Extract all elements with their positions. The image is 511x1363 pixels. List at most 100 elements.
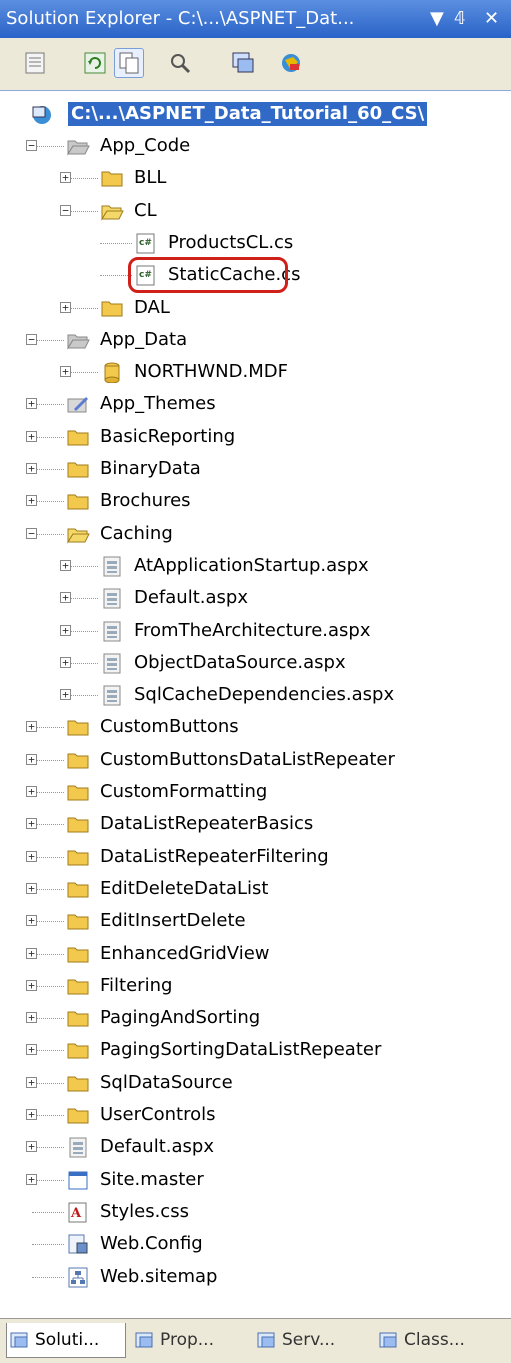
- tree-item-label: Filtering: [100, 974, 173, 996]
- solution-explorer-toolbar: [0, 38, 511, 90]
- tree-item-label: App_Data: [100, 328, 188, 350]
- asp-config-icon[interactable]: [276, 48, 306, 78]
- expand-icon[interactable]: +: [60, 172, 71, 184]
- tree-item-editdeletedatalist[interactable]: + EditDeleteDataList: [0, 875, 511, 905]
- tree-item-app-code[interactable]: − App_Code: [0, 132, 511, 162]
- tree-item-app-data[interactable]: − App_Data: [0, 326, 511, 356]
- tree-item-caching[interactable]: − Caching: [0, 520, 511, 550]
- tree-item-editinsertdelete[interactable]: + EditInsertDelete: [0, 907, 511, 937]
- expand-icon[interactable]: +: [26, 398, 37, 410]
- expand-icon[interactable]: +: [60, 559, 71, 571]
- expand-icon[interactable]: +: [26, 882, 37, 894]
- folder-icon: [67, 462, 89, 478]
- expand-icon[interactable]: +: [26, 495, 37, 507]
- tree-item-web-sitemap[interactable]: Web.sitemap: [0, 1263, 511, 1293]
- expand-icon[interactable]: +: [60, 366, 71, 378]
- css-file-icon: A: [68, 1202, 87, 1223]
- tree-item-styles-css[interactable]: A Styles.css: [0, 1198, 511, 1228]
- tree-item-basicreporting[interactable]: + BasicReporting: [0, 423, 511, 453]
- expand-icon[interactable]: +: [26, 721, 37, 733]
- tab-soluti[interactable]: Soluti...: [6, 1323, 126, 1358]
- collapse-icon[interactable]: −: [26, 527, 37, 539]
- tree-item-web-config[interactable]: Web.Config: [0, 1230, 511, 1260]
- tree-item-label: UserControls: [100, 1104, 216, 1125]
- tool-window-tabs: Soluti... Prop... Serv... Class...: [0, 1318, 511, 1363]
- expand-icon[interactable]: +: [26, 818, 37, 830]
- tree-item-pagingsortingdatalistrepeater[interactable]: + PagingSortingDataListRepeater: [0, 1036, 511, 1066]
- aspx-file-icon: [103, 556, 121, 577]
- tree-item-datalistrepeaterbasics[interactable]: + DataListRepeaterBasics: [0, 810, 511, 840]
- collapse-icon[interactable]: −: [60, 204, 71, 216]
- expand-icon[interactable]: +: [26, 947, 37, 959]
- open-folder-icon: [101, 205, 124, 221]
- tree-item-default-aspx[interactable]: + Default.aspx: [0, 1133, 511, 1163]
- expand-icon[interactable]: +: [60, 301, 71, 313]
- properties-icon[interactable]: [20, 48, 50, 78]
- refresh-icon[interactable]: [80, 48, 110, 78]
- tree-item-app-themes[interactable]: + App_Themes: [0, 390, 511, 420]
- tree-item-objectdatasource-aspx[interactable]: + ObjectDataSource.aspx: [0, 649, 511, 679]
- tree-item-northwnd-mdf[interactable]: + NORTHWND.MDF: [0, 358, 511, 388]
- tree-item-label: ObjectDataSource.aspx: [134, 651, 346, 673]
- tree-item-label: CustomButtonsDataListRepeater: [100, 748, 395, 770]
- tree-root[interactable]: C:\...\ASPNET_Data_Tutorial_60_CS\: [0, 100, 511, 130]
- tree-item-site-master[interactable]: + Site.master: [0, 1166, 511, 1196]
- tree-item-label: App_Themes: [100, 393, 216, 415]
- expand-icon[interactable]: +: [26, 1044, 37, 1056]
- tree-item-default-aspx[interactable]: + Default.aspx: [0, 584, 511, 614]
- expand-icon[interactable]: +: [26, 1012, 37, 1024]
- tree-item-custombuttons[interactable]: + CustomButtons: [0, 713, 511, 743]
- tree-item-label: DataListRepeaterFiltering: [100, 845, 329, 867]
- copy-website-icon[interactable]: [228, 48, 258, 78]
- expand-icon[interactable]: +: [26, 430, 37, 442]
- expand-icon[interactable]: +: [26, 1109, 37, 1120]
- tree-item-usercontrols[interactable]: + UserControls: [0, 1101, 511, 1131]
- tree-item-label: AtApplicationStartup.aspx: [134, 554, 369, 576]
- expand-icon[interactable]: +: [26, 1076, 37, 1088]
- tree-item-dal[interactable]: + DAL: [0, 294, 511, 324]
- expand-icon[interactable]: +: [26, 979, 37, 991]
- window-position-dropdown[interactable]: ▼: [430, 0, 444, 38]
- expand-icon[interactable]: +: [26, 915, 37, 927]
- auto-hide-pin-icon[interactable]: 𝟜: [454, 0, 465, 38]
- tree-item-pagingandsorting[interactable]: + PagingAndSorting: [0, 1004, 511, 1034]
- expand-icon[interactable]: +: [60, 624, 71, 636]
- tab-serv[interactable]: Serv...: [254, 1323, 368, 1357]
- view-class-diagram-icon[interactable]: [166, 48, 196, 78]
- tree-item-sqlcachedependencies-aspx[interactable]: + SqlCacheDependencies.aspx: [0, 681, 511, 711]
- close-icon[interactable]: ✕: [484, 0, 499, 38]
- folder-icon: [67, 720, 89, 736]
- tree-item-productscl-cs[interactable]: c# ProductsCL.cs: [0, 229, 511, 259]
- tree-item-label: App_Code: [100, 135, 191, 156]
- tab-prop[interactable]: Prop...: [132, 1323, 246, 1357]
- tree-item-binarydata[interactable]: + BinaryData: [0, 455, 511, 485]
- expand-icon[interactable]: +: [26, 463, 37, 474]
- tree-item-bll[interactable]: + BLL: [0, 164, 511, 194]
- tree-item-custombuttonsdatalistrepeater[interactable]: + CustomButtonsDataListRepeater: [0, 746, 511, 776]
- tree-item-label: FromTheArchitecture.aspx: [134, 619, 371, 641]
- tree-item-sqldatasource[interactable]: + SqlDataSource: [0, 1069, 511, 1099]
- expand-icon[interactable]: +: [26, 1173, 37, 1185]
- expand-icon[interactable]: +: [60, 656, 71, 668]
- collapse-icon[interactable]: −: [26, 333, 37, 345]
- expand-icon[interactable]: +: [60, 592, 71, 604]
- tree-item-brochures[interactable]: + Brochures: [0, 487, 511, 517]
- show-all-files-icon[interactable]: [114, 48, 144, 78]
- tree-item-fromthearchitecture-aspx[interactable]: + FromTheArchitecture.aspx: [0, 617, 511, 647]
- expand-icon[interactable]: +: [60, 689, 71, 701]
- tree-item-cl[interactable]: − CL: [0, 197, 511, 227]
- tree-item-datalistrepeaterfiltering[interactable]: + DataListRepeaterFiltering: [0, 843, 511, 873]
- expand-icon[interactable]: +: [26, 753, 37, 765]
- collapse-icon[interactable]: −: [26, 140, 37, 151]
- tree-item-atapplicationstartup-aspx[interactable]: + AtApplicationStartup.aspx: [0, 552, 511, 582]
- tab-class[interactable]: Class...: [376, 1323, 500, 1357]
- expand-icon[interactable]: +: [26, 1141, 37, 1153]
- tree-item-customformatting[interactable]: + CustomFormatting: [0, 778, 511, 808]
- tree-item-enhancedgridview[interactable]: + EnhancedGridView: [0, 940, 511, 970]
- themes-folder-icon: [67, 397, 88, 413]
- website-project-icon: [32, 106, 51, 124]
- expand-icon[interactable]: +: [26, 786, 37, 797]
- expand-icon[interactable]: +: [26, 850, 37, 862]
- root-label: C:\...\ASPNET_Data_Tutorial_60_CS\: [68, 102, 428, 126]
- tree-item-filtering[interactable]: + Filtering: [0, 972, 511, 1002]
